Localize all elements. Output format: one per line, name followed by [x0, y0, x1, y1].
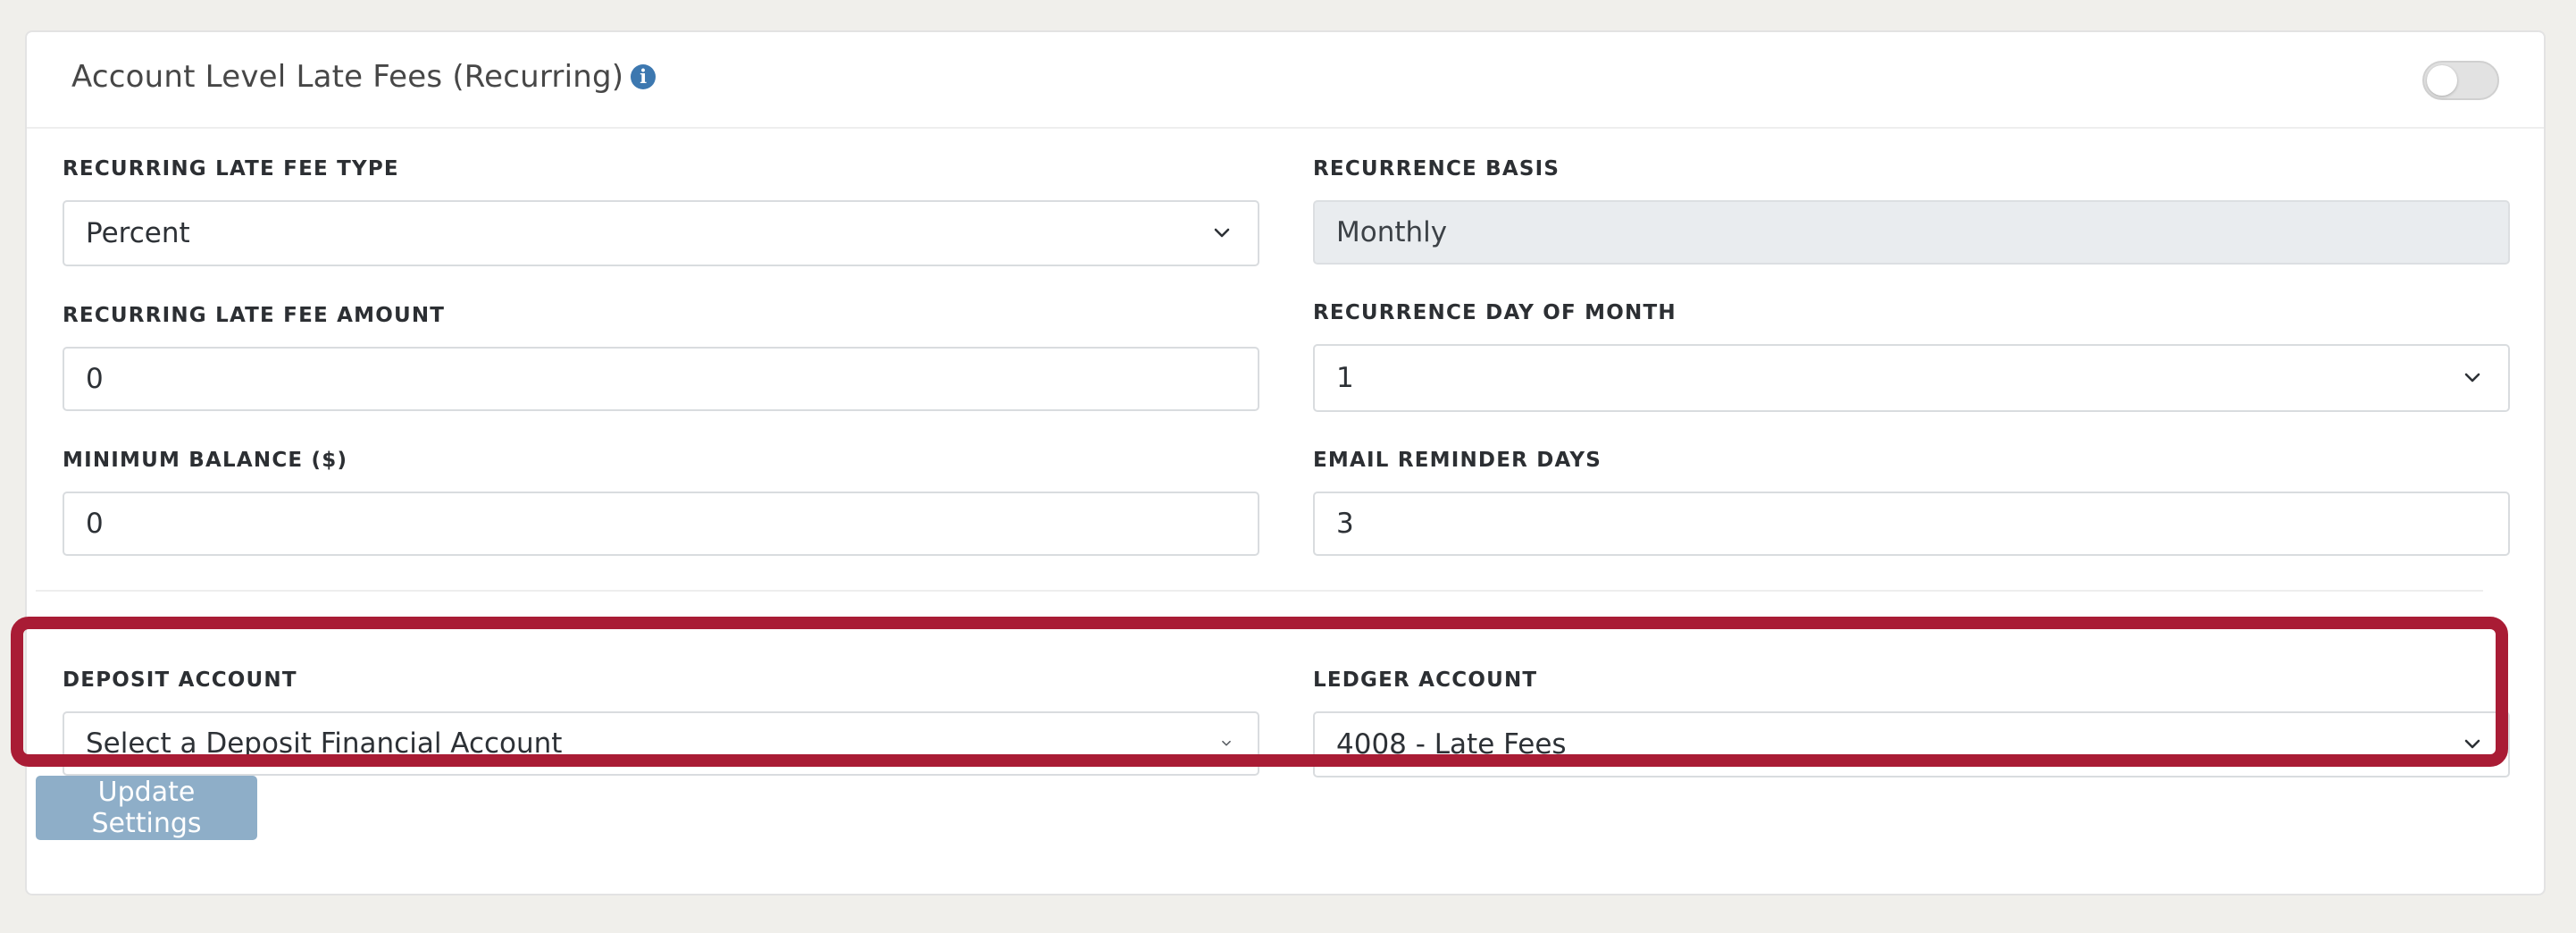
enable-toggle[interactable]	[2422, 61, 2499, 100]
reminder-days-label: EMAIL REMINDER DAYS	[1313, 449, 1602, 472]
day-of-month-value: 1	[1336, 362, 1354, 394]
fee-amount-label: RECURRING LATE FEE AMOUNT	[63, 304, 446, 327]
ledger-account-select[interactable]: 4008 - Late Fees	[1313, 711, 2510, 778]
recurrence-basis-label: RECURRENCE BASIS	[1313, 157, 1560, 181]
card-header: Account Level Late Fees (Recurring) i	[27, 32, 2544, 129]
min-balance-label: MINIMUM BALANCE ($)	[63, 449, 348, 472]
chevron-down-icon	[1214, 228, 1230, 238]
chevron-down-icon	[2464, 373, 2480, 382]
min-balance-input[interactable]: 0	[63, 492, 1259, 556]
chevron-down-icon	[2464, 739, 2480, 749]
recurrence-basis-field: Monthly	[1313, 200, 2510, 265]
fee-amount-value: 0	[86, 363, 104, 395]
day-of-month-label: RECURRENCE DAY OF MONTH	[1313, 301, 1677, 324]
recurrence-basis-value: Monthly	[1336, 216, 1448, 248]
chevron-down-icon	[1222, 740, 1231, 746]
toggle-knob	[2427, 65, 2457, 96]
fee-amount-input[interactable]: 0	[63, 347, 1259, 411]
fee-type-select[interactable]: Percent	[63, 200, 1259, 266]
reminder-days-value: 3	[1336, 508, 1354, 540]
ledger-account-value: 4008 - Late Fees	[1336, 728, 1567, 761]
fee-type-value: Percent	[86, 217, 190, 249]
update-settings-button[interactable]: Update Settings	[36, 776, 257, 840]
card-title-text: Account Level Late Fees (Recurring)	[71, 59, 624, 95]
section-divider	[36, 590, 2483, 592]
reminder-days-input[interactable]: 3	[1313, 492, 2510, 556]
deposit-account-label: DEPOSIT ACCOUNT	[63, 668, 297, 692]
deposit-account-placeholder: Select a Deposit Financial Account	[86, 727, 563, 760]
fee-type-label: RECURRING LATE FEE TYPE	[63, 157, 399, 181]
ledger-account-label: LEDGER ACCOUNT	[1313, 668, 1538, 692]
day-of-month-select[interactable]: 1	[1313, 344, 2510, 412]
info-icon[interactable]: i	[631, 64, 657, 89]
min-balance-value: 0	[86, 508, 104, 540]
card-title: Account Level Late Fees (Recurring) i	[71, 59, 657, 95]
deposit-account-select[interactable]: Select a Deposit Financial Account	[63, 711, 1259, 776]
